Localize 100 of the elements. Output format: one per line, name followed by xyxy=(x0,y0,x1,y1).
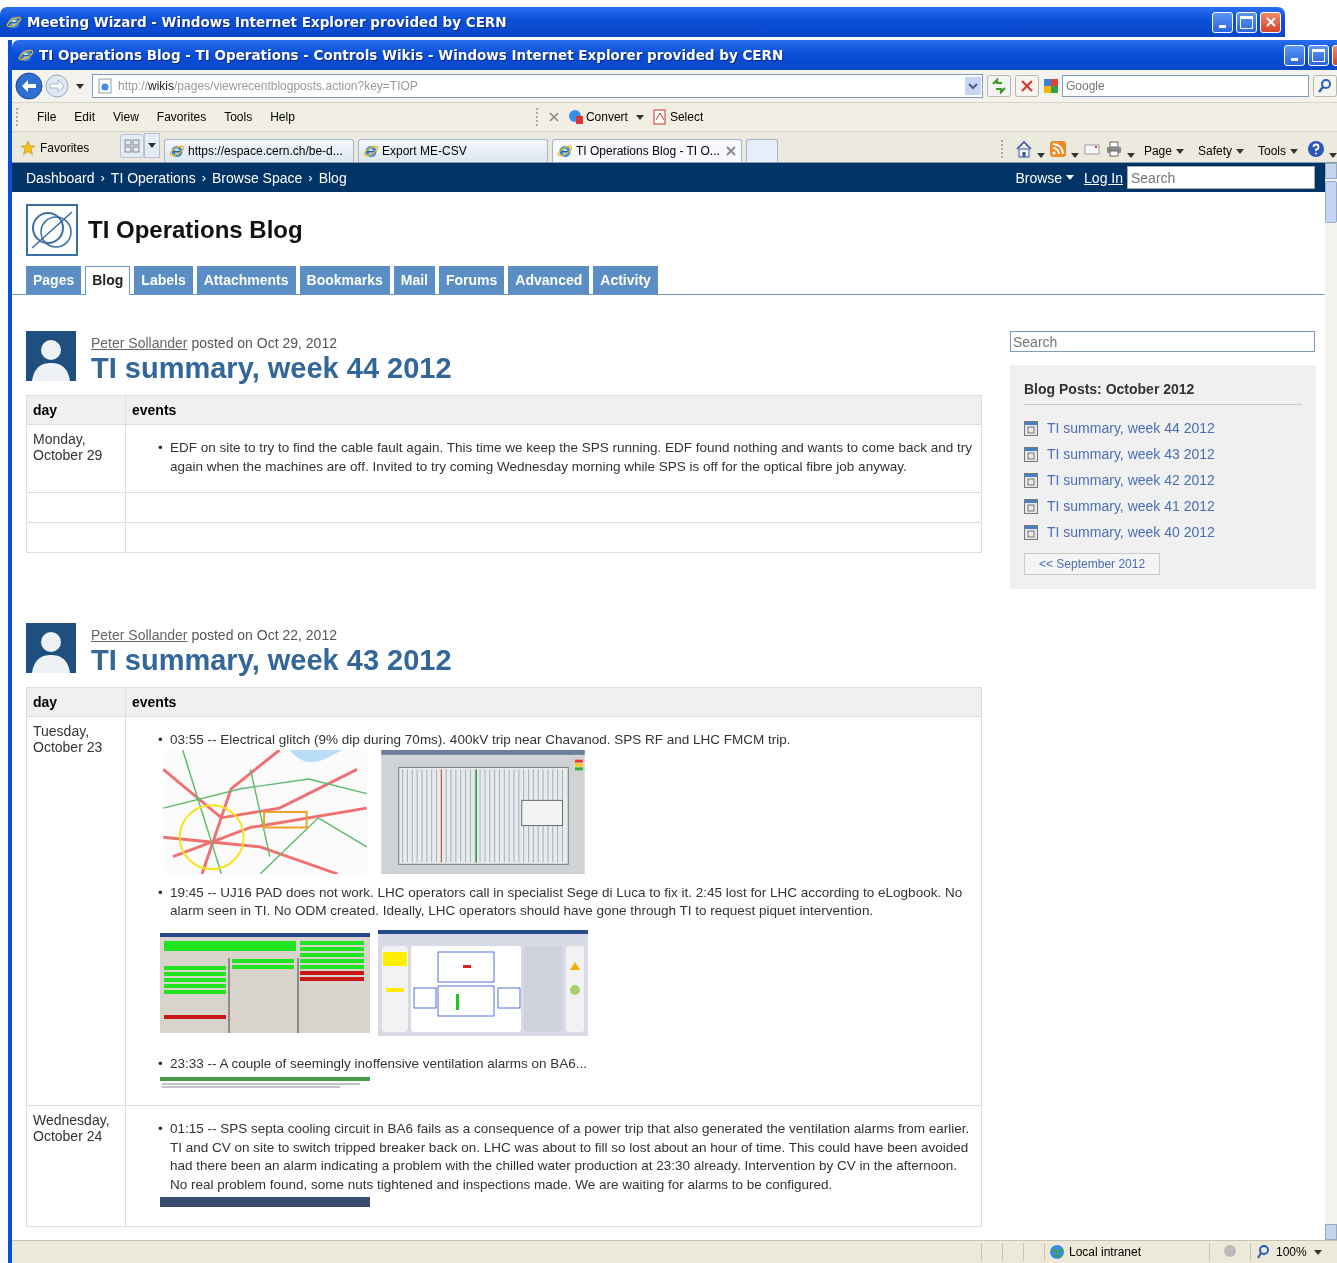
bullet: • xyxy=(158,731,163,749)
log-in-link[interactable]: Log In xyxy=(1084,169,1123,186)
search-field[interactable]: Google xyxy=(1062,75,1309,97)
close-icon[interactable] xyxy=(725,145,737,157)
breadcrumb-link[interactable]: TI Operations xyxy=(110,169,196,186)
column-header: events xyxy=(125,687,982,717)
menu-item[interactable]: Edit xyxy=(67,108,103,126)
space-tab[interactable]: Blog xyxy=(85,266,131,295)
ie-icon xyxy=(169,143,185,159)
print-icon[interactable] xyxy=(1104,140,1123,158)
refresh-button[interactable] xyxy=(987,75,1011,97)
security-zone: Local intranet xyxy=(1044,1243,1209,1261)
blog-post-link[interactable]: TI summary, week 41 2012 xyxy=(1047,498,1215,514)
caret-icon xyxy=(148,143,156,148)
browser-tab[interactable]: Export ME-CSV xyxy=(358,139,548,162)
scrollbar[interactable] xyxy=(1325,163,1337,1240)
caret-icon[interactable] xyxy=(76,83,84,89)
menu-item[interactable]: Tools xyxy=(217,108,260,126)
command-menu[interactable]: Tools xyxy=(1253,144,1303,158)
minimize-button[interactable] xyxy=(1212,11,1233,33)
caret-icon xyxy=(1290,148,1298,154)
document-icon xyxy=(651,109,668,125)
calendar-icon xyxy=(1024,472,1038,488)
back-button[interactable] xyxy=(14,71,44,101)
breadcrumb-separator: › xyxy=(308,170,313,185)
calendar-icon xyxy=(1024,524,1038,540)
column-header: day xyxy=(26,687,126,717)
menu-item[interactable]: File xyxy=(30,108,64,126)
google-icon xyxy=(1043,78,1059,94)
table-cell: Monday, October 29 xyxy=(26,424,126,493)
menu-item[interactable]: Help xyxy=(263,108,302,126)
post-title-link[interactable]: TI summary, week 44 2012 xyxy=(91,352,452,385)
table-cell: Tuesday, October 23 xyxy=(26,716,126,1106)
caret-icon xyxy=(1236,148,1244,154)
browser-tab[interactable]: https://espace.cern.ch/be-d... xyxy=(164,139,354,162)
window-title: TI Operations Blog - TI Operations - Controls Wikis - Windows Internet Explorer provided by CERN xyxy=(39,47,785,63)
breadcrumb-separator: › xyxy=(100,170,105,185)
maximize-button[interactable] xyxy=(1308,44,1329,66)
caret-icon[interactable] xyxy=(1126,153,1135,158)
ie-icon xyxy=(363,143,379,159)
author-link[interactable]: Peter Sollander xyxy=(91,627,188,643)
home-icon[interactable] xyxy=(1014,140,1033,158)
bullet: • xyxy=(158,1120,163,1138)
zoom-button[interactable]: 100% xyxy=(1250,1243,1337,1261)
caret-icon[interactable] xyxy=(1070,153,1079,158)
bullet: • xyxy=(158,439,163,457)
blog-post-link[interactable]: TI summary, week 44 2012 xyxy=(1047,420,1215,436)
search-icon[interactable] xyxy=(1313,75,1337,97)
breadcrumb-link[interactable]: Browse Space xyxy=(212,169,303,186)
ie-icon xyxy=(18,47,34,63)
calendar-icon xyxy=(1024,498,1038,514)
blog-post-link[interactable]: TI summary, week 43 2012 xyxy=(1047,446,1215,462)
stop-button[interactable] xyxy=(1015,75,1039,97)
caret-icon xyxy=(1313,1249,1322,1255)
address-field[interactable]: http://wikis/pages/viewrecentblogposts.action?key=TIOP xyxy=(92,74,983,98)
post-date: posted on Oct 22, 2012 xyxy=(191,627,337,643)
calendar-icon xyxy=(1024,446,1038,462)
close-icon[interactable] xyxy=(547,111,560,123)
blog-post-link[interactable]: TI summary, week 42 2012 xyxy=(1047,472,1215,488)
close-button[interactable] xyxy=(1260,11,1281,33)
author-link[interactable]: Peter Sollander xyxy=(91,335,188,351)
browser-tab[interactable]: TI Operations Blog - TI O... xyxy=(552,139,742,162)
globe-icon xyxy=(1049,1244,1065,1260)
favorites-button[interactable]: Favorites xyxy=(16,138,116,158)
ie-icon xyxy=(557,143,573,159)
tab-list-button[interactable] xyxy=(144,133,160,158)
caret-icon xyxy=(1066,175,1075,180)
post-title-link[interactable]: TI summary, week 43 2012 xyxy=(91,644,452,677)
dropdown-icon[interactable] xyxy=(965,77,981,95)
search-field[interactable]: Search xyxy=(1010,331,1315,352)
page-icon xyxy=(97,78,113,94)
breadcrumb-link[interactable]: Dashboard xyxy=(26,169,95,186)
column-header: events xyxy=(125,395,982,425)
blog-post-link[interactable]: TI summary, week 40 2012 xyxy=(1047,524,1215,540)
toolbar-button[interactable]: Select xyxy=(647,107,708,127)
command-menu[interactable]: Page xyxy=(1138,144,1189,158)
command-menu[interactable]: Safety xyxy=(1192,144,1249,158)
bullet: • xyxy=(158,883,163,902)
breadcrumb-link[interactable]: Blog xyxy=(318,169,347,186)
window-title: Meeting Wizard - Windows Internet Explorer provided by CERN xyxy=(27,14,508,30)
caret-icon[interactable] xyxy=(635,114,644,120)
previous-month-button[interactable]: << September 2012 xyxy=(1024,553,1161,575)
menu-item[interactable]: View xyxy=(106,108,146,126)
event-text: 03:55 -- Electrical glitch (9% dip during 70ms). 400kV trip near Chavanod. SPS RF and LHC FMCM trip. xyxy=(170,732,791,747)
browse-menu[interactable]: Browse xyxy=(1015,169,1075,186)
maximize-button[interactable] xyxy=(1236,11,1257,33)
caret-icon[interactable] xyxy=(1036,153,1045,158)
event-text: 19:45 -- UJ16 PAD does not work. LHC operators call in specialist Sege di Luca to fix it. 2:45 lost for LHC according to eLogbook. No alarm seen in TI. No ODM created. Ideally, LHC operators should have gone through TI to request piquet intervention. xyxy=(170,884,963,918)
minimize-button[interactable] xyxy=(1284,44,1305,66)
help-icon[interactable] xyxy=(1307,140,1325,158)
caret-icon[interactable] xyxy=(1329,153,1337,158)
menu-item[interactable]: Favorites xyxy=(149,108,214,126)
star-icon xyxy=(20,140,36,156)
panel-heading: Blog Posts: October 2012 xyxy=(1024,379,1302,405)
ie-icon xyxy=(6,14,22,30)
search-field[interactable]: Search xyxy=(1127,166,1315,189)
space-title: TI Operations Blog xyxy=(88,216,303,244)
convert-icon xyxy=(567,109,584,125)
event-text: 23:33 -- A couple of seemingly inoffensive ventilation alarms on BA6... xyxy=(170,1055,587,1071)
toolbar-button[interactable]: Convert xyxy=(563,107,632,127)
